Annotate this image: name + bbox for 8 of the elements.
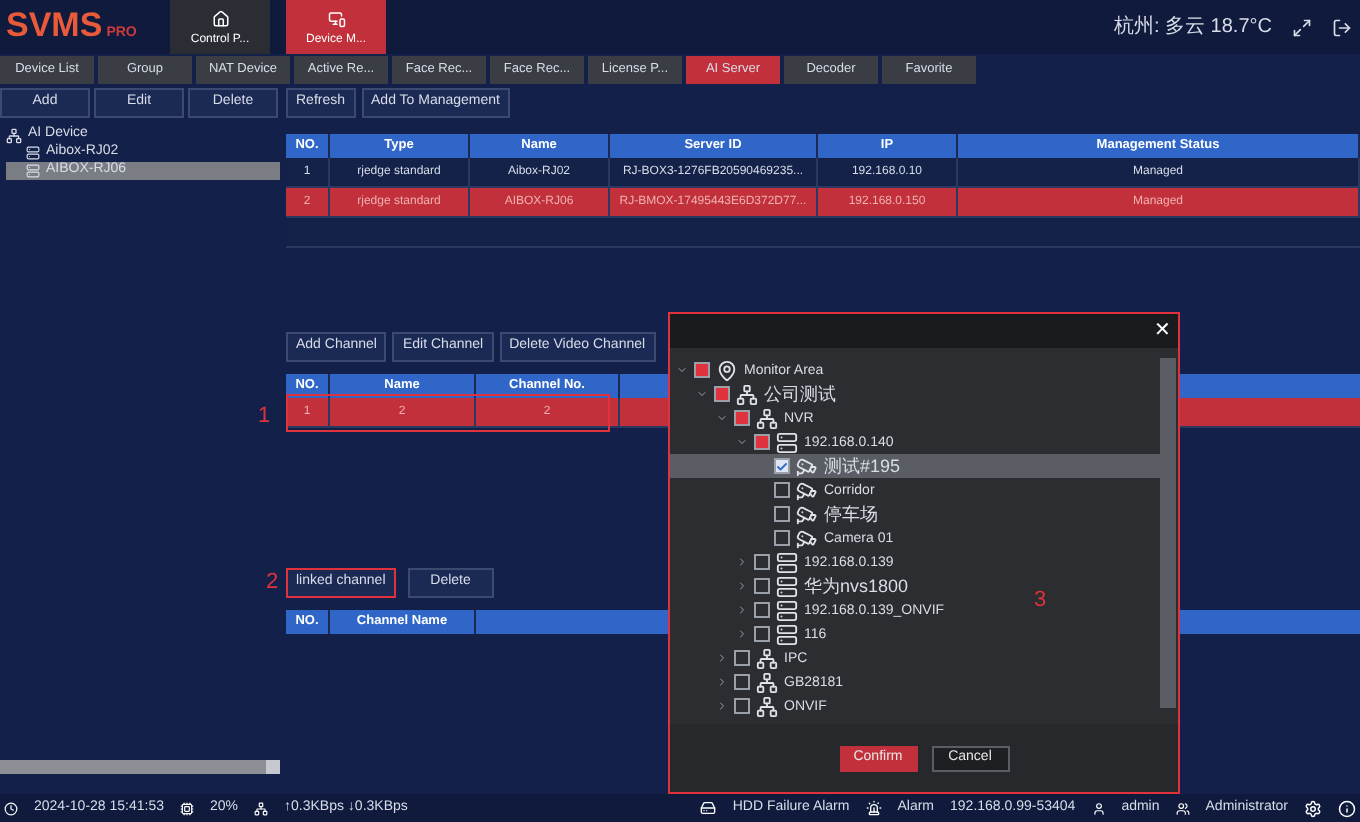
weather-text: 杭州: 多云 18.7°C [1113, 13, 1272, 42]
tree-label: 停车场 [824, 505, 878, 523]
annotation-number: 2 [266, 568, 279, 599]
tree-label: 公司测试 [764, 385, 836, 403]
tree-label: 华为nvs1800 [804, 577, 909, 595]
tree-label: 测试#195 [824, 457, 901, 475]
annotation-number: 1 [258, 402, 271, 432]
annotation-number: 3 [1034, 586, 1047, 616]
